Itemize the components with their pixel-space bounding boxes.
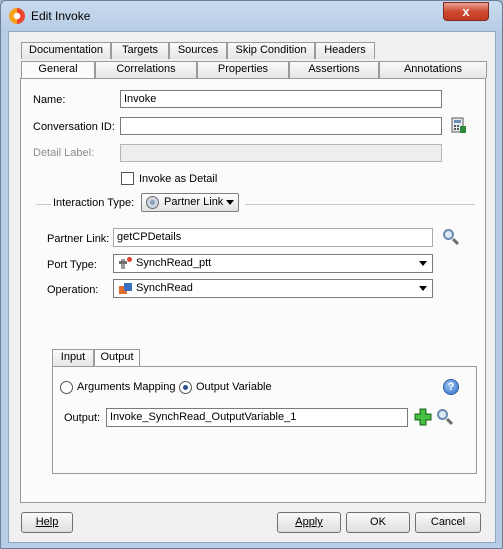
browse-partner-link-search-icon[interactable]: [442, 228, 460, 246]
tab-annotations[interactable]: Annotations: [379, 61, 487, 78]
tab-targets[interactable]: Targets: [111, 42, 169, 59]
apply-button[interactable]: Apply: [277, 512, 341, 533]
output-label: Output:: [64, 412, 101, 424]
chevron-down-icon: [419, 261, 427, 266]
ok-button[interactable]: OK: [346, 512, 410, 533]
tab-documentation[interactable]: Documentation: [21, 42, 111, 59]
interaction-type-value: Partner Link: [164, 196, 224, 208]
operation-icon: [119, 283, 132, 294]
operation-value: SynchRead: [136, 282, 193, 294]
name-label: Name:: [33, 94, 66, 106]
output-tab-panel: Arguments Mapping Output Variable ? Outp…: [52, 366, 477, 474]
port-type-combo[interactable]: SynchRead_ptt: [113, 254, 433, 273]
operation-combo[interactable]: SynchRead: [113, 279, 433, 298]
help-button-label: Help: [35, 516, 59, 528]
group-border-right: [245, 204, 475, 205]
dialog-client-area: Documentation Targets Sources Skip Condi…: [8, 31, 496, 543]
window-title: Edit Invoke: [31, 9, 91, 23]
partner-link-icon: [146, 196, 159, 209]
operation-label: Operation:: [47, 284, 99, 296]
help-icon[interactable]: ?: [443, 379, 459, 395]
edit-invoke-dialog: Edit Invoke x Documentation Targets Sour…: [0, 0, 503, 549]
browse-variable-search-icon[interactable]: [436, 408, 454, 426]
cancel-button[interactable]: Cancel: [415, 512, 481, 533]
tab-row-primary: General Correlations Properties Assertio…: [21, 61, 487, 79]
tab-general[interactable]: General: [21, 61, 95, 79]
name-field[interactable]: Invoke: [120, 90, 442, 108]
tab-input[interactable]: Input: [52, 349, 94, 366]
arguments-mapping-label: Arguments Mapping: [77, 381, 176, 393]
close-button[interactable]: x: [443, 2, 489, 21]
arguments-mapping-radio[interactable]: [60, 381, 73, 394]
magnifier-handle: [451, 237, 460, 246]
general-tab-panel: Name: Invoke Conversation ID: Detail Lab…: [20, 78, 486, 503]
tab-sources[interactable]: Sources: [169, 42, 227, 59]
conversation-id-label: Conversation ID:: [33, 121, 115, 133]
magnifier-handle: [445, 417, 454, 426]
interaction-type-dropdown[interactable]: Partner Link: [141, 193, 239, 212]
chevron-down-icon: [419, 286, 427, 291]
apply-button-label: Apply: [295, 516, 323, 528]
tab-row-secondary: Documentation Targets Sources Skip Condi…: [21, 42, 375, 59]
tab-skip-condition[interactable]: Skip Condition: [227, 42, 315, 59]
port-type-value: SynchRead_ptt: [136, 257, 212, 269]
conversation-id-field[interactable]: [120, 117, 442, 135]
title-bar: Edit Invoke x: [1, 1, 502, 31]
chevron-down-icon: [226, 200, 234, 205]
detail-label-label: Detail Label:: [33, 147, 95, 159]
invoke-as-detail-checkbox[interactable]: [121, 172, 134, 185]
tab-correlations[interactable]: Correlations: [95, 61, 197, 78]
port-type-label: Port Type:: [47, 259, 97, 271]
output-variable-field[interactable]: Invoke_SynchRead_OutputVariable_1: [106, 408, 408, 427]
ok-button-label: OK: [370, 516, 386, 528]
output-variable-label: Output Variable: [196, 381, 272, 393]
interaction-type-label: Interaction Type:: [53, 197, 135, 209]
group-border-left: [36, 204, 51, 205]
add-variable-icon[interactable]: [414, 408, 432, 426]
cancel-button-label: Cancel: [430, 516, 466, 528]
io-tab-row: Input Output: [52, 349, 140, 367]
oracle-app-icon: [9, 8, 25, 24]
close-icon: x: [462, 4, 470, 19]
expression-builder-icon[interactable]: [451, 117, 467, 134]
help-button[interactable]: Help: [21, 512, 73, 533]
partner-link-field[interactable]: getCPDetails: [113, 228, 433, 247]
port-type-icon: [119, 257, 132, 269]
tab-properties[interactable]: Properties: [197, 61, 289, 78]
partner-link-label: Partner Link:: [47, 233, 110, 245]
tab-output[interactable]: Output: [94, 349, 140, 367]
output-variable-radio[interactable]: [179, 381, 192, 394]
detail-label-field[interactable]: [120, 144, 442, 162]
tab-assertions[interactable]: Assertions: [289, 61, 379, 78]
tab-headers[interactable]: Headers: [315, 42, 375, 59]
invoke-as-detail-label: Invoke as Detail: [139, 173, 218, 185]
